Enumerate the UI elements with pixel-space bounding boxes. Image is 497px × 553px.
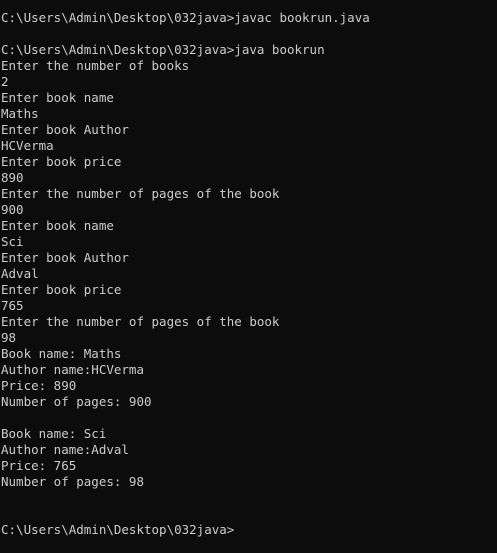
console-window[interactable]: C:\Users\Admin\Desktop\032java>javac boo… [0,0,497,553]
output-line: Enter book price [1,282,122,297]
result-line: Author name:Adval [1,442,129,457]
output-line: Enter book Author [1,122,129,137]
output-line: Enter the number of pages of the book [1,314,280,329]
input-line: 890 [1,170,24,185]
input-line: 2 [1,74,9,89]
input-line: 900 [1,202,24,217]
command-line-java: C:\Users\Admin\Desktop\032java>java book… [1,42,325,57]
command-line-javac: C:\Users\Admin\Desktop\032java>javac boo… [1,10,370,25]
input-line: HCVerma [1,138,54,153]
output-line: Enter the number of pages of the book [1,186,280,201]
output-line: Enter book name [1,218,114,233]
output-line: Enter the number of books [1,58,190,73]
output-line: Enter book price [1,154,122,169]
input-line: Sci [1,234,24,249]
result-line: Price: 890 [1,378,77,393]
input-line: 765 [1,298,24,313]
input-line: Adval [1,266,39,281]
current-prompt[interactable]: C:\Users\Admin\Desktop\032java> [0,522,497,538]
result-line: Book name: Maths [1,346,122,361]
output-line: Enter book Author [1,250,129,265]
result-line: Number of pages: 900 [1,394,152,409]
result-line: Price: 765 [1,458,77,473]
result-line: Author name:HCVerma [1,362,144,377]
result-line: Number of pages: 98 [1,474,144,489]
output-line: Enter book name [1,90,114,105]
result-line: Book name: Sci [1,426,107,441]
input-line: Maths [1,106,39,121]
input-line: 98 [1,330,17,345]
